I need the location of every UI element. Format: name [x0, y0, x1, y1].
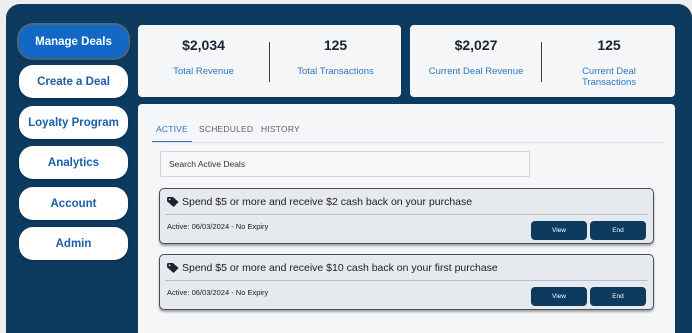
stat-divider — [541, 42, 542, 82]
current-deal-stats-card: $2,027 Current Deal Revenue 125 Current … — [410, 25, 675, 97]
active-tab-indicator — [152, 141, 192, 142]
sidebar-item-admin[interactable]: Admin — [19, 227, 128, 260]
stat-value: $2,034 — [182, 37, 225, 53]
total-transactions-stat: 125 Total Transactions — [270, 25, 401, 97]
current-deal-transactions-stat: 125 Current Deal Transactions — [566, 25, 652, 97]
sidebar-item-manage-deals[interactable]: Manage Deals — [19, 25, 128, 58]
tag-icon — [167, 263, 179, 273]
stat-label: Total Transactions — [297, 66, 374, 77]
deal-title: Spend $5 or more and receive $2 cash bac… — [182, 196, 473, 208]
deal-title: Spend $5 or more and receive $10 cash ba… — [182, 262, 498, 274]
tab-history[interactable]: HISTORY — [261, 124, 300, 134]
tab-scheduled[interactable]: SCHEDULED — [199, 124, 253, 134]
deal-divider — [165, 280, 648, 281]
total-revenue-stat: $2,034 Total Revenue — [138, 25, 269, 97]
sidebar-item-loyalty-program[interactable]: Loyalty Program — [19, 106, 128, 139]
tab-divider — [152, 142, 664, 143]
end-button[interactable]: End — [590, 221, 646, 240]
stat-value: 125 — [323, 37, 348, 53]
deal-divider — [165, 214, 648, 215]
sidebar-item-account[interactable]: Account — [19, 187, 128, 220]
deal-status: Active: 06/03/2024 - No Expiry — [167, 222, 269, 231]
end-button[interactable]: End — [590, 287, 646, 306]
deal-card: Spend $5 or more and receive $2 cash bac… — [159, 188, 654, 244]
search-input[interactable] — [160, 151, 530, 177]
revenue-stats-card: $2,034 Total Revenue 125 Total Transacti… — [138, 25, 401, 97]
stat-label: Current Deal Transactions — [581, 66, 637, 88]
stat-value: 125 — [597, 37, 621, 53]
view-button[interactable]: View — [531, 287, 587, 306]
current-deal-revenue-stat: $2,027 Current Deal Revenue — [410, 25, 542, 97]
stat-label: Total Revenue — [173, 66, 234, 77]
deal-card: Spend $5 or more and receive $10 cash ba… — [159, 254, 654, 310]
tag-icon — [167, 197, 179, 207]
deal-status: Active: 06/03/2024 - No Expiry — [167, 288, 269, 297]
stat-label: Current Deal Revenue — [428, 66, 524, 77]
tab-active[interactable]: ACTIVE — [156, 124, 188, 134]
sidebar-item-analytics[interactable]: Analytics — [19, 146, 128, 179]
stat-value: $2,027 — [454, 37, 498, 53]
view-button[interactable]: View — [531, 221, 587, 240]
sidebar-item-create-deal[interactable]: Create a Deal — [19, 65, 128, 98]
deals-panel: ACTIVE SCHEDULED HISTORY Spend $5 or mor… — [138, 104, 675, 333]
